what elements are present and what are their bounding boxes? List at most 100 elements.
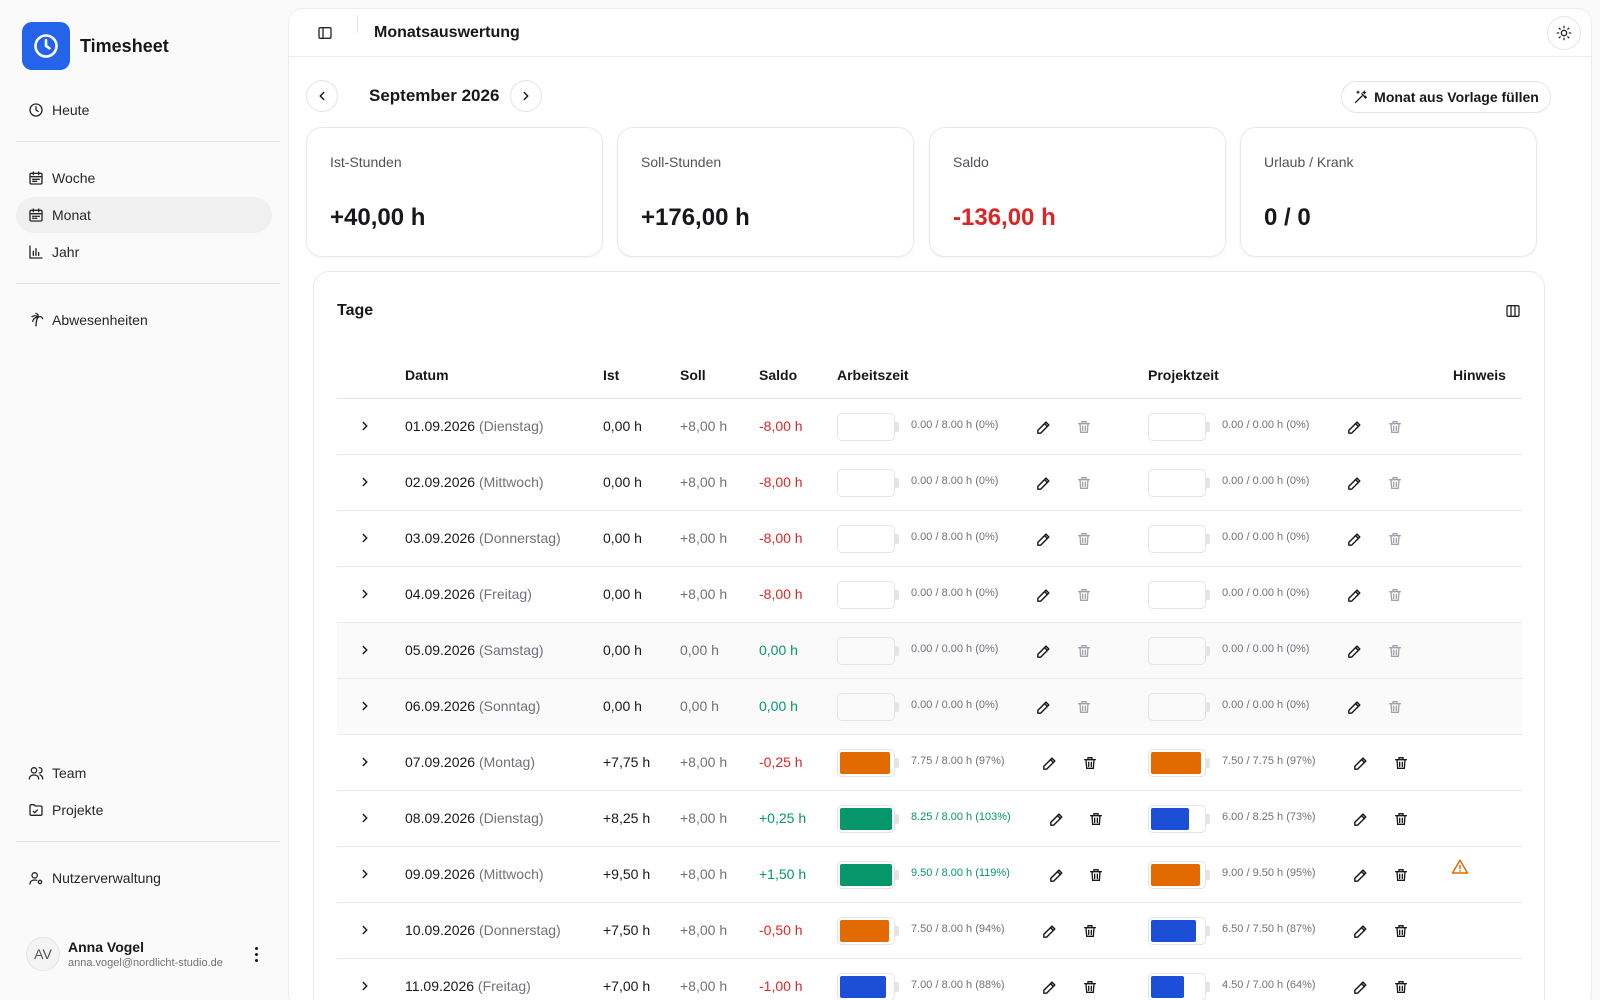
edit-work-time-pencil-icon[interactable] <box>1035 474 1053 492</box>
column-header-saldo[interactable]: Saldo <box>759 367 797 383</box>
table-row[interactable]: 04.09.2026 (Freitag) 0,00 h +8,00 h -8,00 h… <box>337 567 1522 623</box>
sidebar: Timesheet Heute Woche Monat Jahr Abwesen… <box>0 0 288 1000</box>
edit-project-time-pencil-icon[interactable] <box>1346 586 1364 604</box>
delete-work-time-trash-icon[interactable] <box>1087 810 1105 828</box>
edit-work-time-pencil-icon[interactable] <box>1041 754 1059 772</box>
delete-project-time-trash-icon[interactable] <box>1386 642 1404 660</box>
table-row[interactable]: 10.09.2026 (Donnerstag) +7,50 h +8,00 h -0,… <box>337 903 1522 959</box>
edit-project-time-pencil-icon[interactable] <box>1346 530 1364 548</box>
nav-item-team[interactable]: Team <box>16 755 272 791</box>
delete-work-time-trash-icon[interactable] <box>1081 978 1099 996</box>
table-row[interactable]: 05.09.2026 (Samstag) 0,00 h 0,00 h 0,00 h 0.… <box>337 623 1522 679</box>
delete-project-time-trash-icon[interactable] <box>1392 978 1410 996</box>
edit-project-time-pencil-icon[interactable] <box>1346 642 1364 660</box>
edit-work-time-pencil-icon[interactable] <box>1035 642 1053 660</box>
expand-row-chevron-icon[interactable] <box>358 643 372 657</box>
expand-row-chevron-icon[interactable] <box>358 923 372 937</box>
table-row[interactable]: 11.09.2026 (Freitag) +7,00 h +8,00 h -1,00 … <box>337 959 1522 1000</box>
table-row[interactable]: 03.09.2026 (Donnerstag) 0,00 h +8,00 h -8,0… <box>337 511 1522 567</box>
expand-row-chevron-icon[interactable] <box>358 979 372 993</box>
delete-project-time-trash-icon[interactable] <box>1392 754 1410 772</box>
table-row[interactable]: 06.09.2026 (Sonntag) 0,00 h 0,00 h 0,00 h 0.… <box>337 679 1522 735</box>
delete-project-time-trash-icon[interactable] <box>1386 474 1404 492</box>
columns-icon[interactable] <box>1505 303 1521 319</box>
edit-project-time-pencil-icon[interactable] <box>1352 978 1370 996</box>
table-row[interactable]: 01.09.2026 (Dienstag) 0,00 h +8,00 h -8,00 … <box>337 399 1522 455</box>
project-time-battery-fill <box>1151 864 1201 886</box>
more-vertical-icon[interactable] <box>246 946 266 962</box>
edit-work-time-pencil-icon[interactable] <box>1047 810 1065 828</box>
expand-row-chevron-icon[interactable] <box>358 699 372 713</box>
sidebar-toggle-icon[interactable] <box>317 25 333 41</box>
edit-project-time-pencil-icon[interactable] <box>1352 922 1370 940</box>
brand[interactable]: Timesheet <box>22 22 169 70</box>
delete-work-time-trash-icon[interactable] <box>1081 922 1099 940</box>
edit-project-time-pencil-icon[interactable] <box>1346 418 1364 436</box>
column-header-arbeitszeit[interactable]: Arbeitszeit <box>837 367 909 383</box>
delete-project-time-trash-icon[interactable] <box>1392 810 1410 828</box>
nav-item-abwesenheiten[interactable]: Abwesenheiten <box>16 302 272 338</box>
expand-row-chevron-icon[interactable] <box>358 419 372 433</box>
project-time-text: 0.00 / 0.00 h (0%) <box>1222 643 1310 655</box>
delete-work-time-trash-icon[interactable] <box>1075 474 1093 492</box>
delete-work-time-trash-icon[interactable] <box>1075 418 1093 436</box>
user-info: Anna Vogel anna.vogel@nordlicht-studio.d… <box>68 939 236 969</box>
project-time-battery-fill <box>1151 808 1189 830</box>
expand-row-chevron-icon[interactable] <box>358 867 372 881</box>
edit-project-time-pencil-icon[interactable] <box>1352 810 1370 828</box>
nav-item-heute[interactable]: Heute <box>16 92 272 128</box>
nav-item-jahr[interactable]: Jahr <box>16 234 272 270</box>
table-row[interactable]: 02.09.2026 (Mittwoch) 0,00 h +8,00 h -8,00 … <box>337 455 1522 511</box>
next-month-button[interactable] <box>510 80 542 112</box>
user-name: Anna Vogel <box>68 939 144 955</box>
expand-row-chevron-icon[interactable] <box>358 755 372 769</box>
nav-item-nutzerverwaltung[interactable]: Nutzerverwaltung <box>16 860 272 896</box>
expand-row-chevron-icon[interactable] <box>358 475 372 489</box>
nav-item-monat[interactable]: Monat <box>16 197 272 233</box>
user-profile[interactable]: AV Anna Vogel anna.vogel@nordlicht-studi… <box>26 937 266 971</box>
table-row[interactable]: 07.09.2026 (Montag) +7,75 h +8,00 h -0,25 h… <box>337 735 1522 791</box>
nav-item-projekte[interactable]: Projekte <box>16 792 272 828</box>
delete-project-time-trash-icon[interactable] <box>1392 866 1410 884</box>
edit-project-time-pencil-icon[interactable] <box>1352 754 1370 772</box>
table-header: Datum Ist Soll Saldo Arbeitszeit Projekt… <box>337 354 1522 399</box>
delete-project-time-trash-icon[interactable] <box>1386 586 1404 604</box>
table-row[interactable]: 09.09.2026 (Mittwoch) +9,50 h +8,00 h +1,50… <box>337 847 1522 903</box>
edit-project-time-pencil-icon[interactable] <box>1346 698 1364 716</box>
edit-work-time-pencil-icon[interactable] <box>1035 418 1053 436</box>
delete-work-time-trash-icon[interactable] <box>1081 754 1099 772</box>
weekday-value: (Mittwoch) <box>478 474 544 490</box>
delete-work-time-trash-icon[interactable] <box>1087 866 1105 884</box>
delete-work-time-trash-icon[interactable] <box>1075 642 1093 660</box>
project-time-battery <box>1148 637 1210 665</box>
expand-row-chevron-icon[interactable] <box>358 811 372 825</box>
edit-work-time-pencil-icon[interactable] <box>1035 698 1053 716</box>
theme-toggle-button[interactable] <box>1547 16 1581 50</box>
edit-work-time-pencil-icon[interactable] <box>1035 586 1053 604</box>
delete-work-time-trash-icon[interactable] <box>1075 530 1093 548</box>
edit-work-time-pencil-icon[interactable] <box>1047 866 1065 884</box>
column-header-projektzeit[interactable]: Projektzeit <box>1148 367 1219 383</box>
delete-project-time-trash-icon[interactable] <box>1386 418 1404 436</box>
edit-work-time-pencil-icon[interactable] <box>1041 978 1059 996</box>
column-header-soll[interactable]: Soll <box>680 367 706 383</box>
nav-item-woche[interactable]: Woche <box>16 160 272 196</box>
delete-work-time-trash-icon[interactable] <box>1075 698 1093 716</box>
delete-project-time-trash-icon[interactable] <box>1386 698 1404 716</box>
previous-month-button[interactable] <box>306 80 338 112</box>
column-header-datum[interactable]: Datum <box>405 367 449 383</box>
expand-row-chevron-icon[interactable] <box>358 587 372 601</box>
edit-project-time-pencil-icon[interactable] <box>1352 866 1370 884</box>
column-header-hinweis[interactable]: Hinweis <box>1453 367 1506 383</box>
delete-project-time-trash-icon[interactable] <box>1392 922 1410 940</box>
delete-work-time-trash-icon[interactable] <box>1075 586 1093 604</box>
table-row[interactable]: 08.09.2026 (Dienstag) +8,25 h +8,00 h +0,25… <box>337 791 1522 847</box>
days-table-card: Tage Datum Ist Soll Saldo Arbeitszeit Pr… <box>313 271 1545 1000</box>
fill-from-template-button[interactable]: Monat aus Vorlage füllen <box>1341 81 1551 113</box>
edit-work-time-pencil-icon[interactable] <box>1041 922 1059 940</box>
column-header-ist[interactable]: Ist <box>603 367 619 383</box>
edit-work-time-pencil-icon[interactable] <box>1035 530 1053 548</box>
expand-row-chevron-icon[interactable] <box>358 531 372 545</box>
delete-project-time-trash-icon[interactable] <box>1386 530 1404 548</box>
edit-project-time-pencil-icon[interactable] <box>1346 474 1364 492</box>
